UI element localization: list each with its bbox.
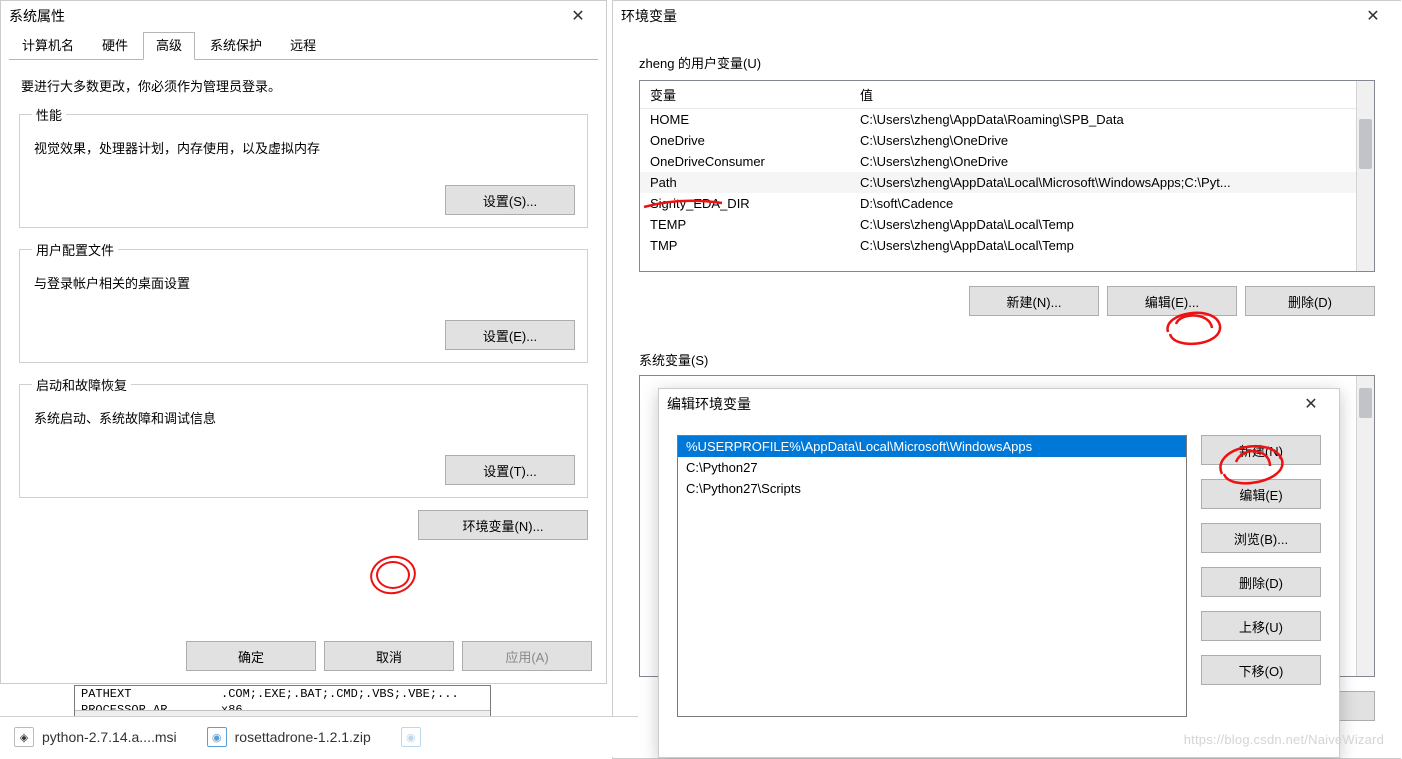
close-icon[interactable]: ✕ bbox=[1353, 6, 1393, 26]
col-header-value[interactable]: 值 bbox=[850, 81, 1356, 109]
user-vars-table[interactable]: 变量 值 HOMEC:\Users\zheng\AppData\Roaming\… bbox=[640, 81, 1356, 271]
cell-value: C:\Users\zheng\AppData\Roaming\SPB_Data bbox=[850, 109, 1356, 131]
environment-variables-button[interactable]: 环境变量(N)... bbox=[418, 510, 588, 540]
table-row[interactable]: OneDriveConsumerC:\Users\zheng\OneDrive bbox=[640, 151, 1356, 172]
cell-value: C:\Users\zheng\AppData\Local\Temp bbox=[850, 235, 1356, 256]
user-new-button[interactable]: 新建(N)... bbox=[969, 286, 1099, 316]
ok-button[interactable]: 确定 bbox=[186, 641, 316, 671]
list-item[interactable]: C:\Python27\Scripts bbox=[678, 478, 1186, 499]
user-vars-table-wrap: 变量 值 HOMEC:\Users\zheng\AppData\Roaming\… bbox=[639, 80, 1375, 272]
tab-remote[interactable]: 远程 bbox=[277, 32, 329, 59]
user-profile-legend: 用户配置文件 bbox=[32, 240, 118, 259]
editvar-delete-button[interactable]: 删除(D) bbox=[1201, 567, 1321, 597]
editvar-titlebar: 编辑环境变量 ✕ bbox=[659, 389, 1339, 419]
user-vars-label: zheng 的用户变量(U) bbox=[639, 53, 1375, 72]
sysprops-tabs: 计算机名 硬件 高级 系统保护 远程 bbox=[9, 31, 598, 60]
performance-group: 性能 视觉效果，处理器计划，内存使用，以及虚拟内存 设置(S)... bbox=[19, 105, 588, 228]
watermark: https://blog.csdn.net/NaiveWizard bbox=[1184, 732, 1384, 747]
cell-variable: OneDriveConsumer bbox=[640, 151, 850, 172]
tab-system-protection[interactable]: 系统保护 bbox=[197, 32, 275, 59]
editvar-moveup-button[interactable]: 上移(U) bbox=[1201, 611, 1321, 641]
editvar-edit-button[interactable]: 编辑(E) bbox=[1201, 479, 1321, 509]
performance-desc: 视觉效果，处理器计划，内存使用，以及虚拟内存 bbox=[34, 138, 575, 157]
performance-settings-button[interactable]: 设置(S)... bbox=[445, 185, 575, 215]
cell-value: C:\Users\zheng\AppData\Local\Temp bbox=[850, 214, 1356, 235]
tab-computer-name[interactable]: 计算机名 bbox=[9, 32, 87, 59]
file-icon: ◉ bbox=[401, 727, 421, 747]
editvar-side-buttons: 新建(N) 编辑(E) 浏览(B)... 删除(D) 上移(U) 下移(O) bbox=[1201, 435, 1321, 717]
user-profile-settings-button[interactable]: 设置(E)... bbox=[445, 320, 575, 350]
msi-file-icon: ◈ bbox=[14, 727, 34, 747]
envvars-title: 环境变量 bbox=[621, 6, 677, 26]
system-properties-window: 系统属性 ✕ 计算机名 硬件 高级 系统保护 远程 要进行大多数更改，你必须作为… bbox=[0, 0, 607, 684]
cell-value: C:\Users\zheng\AppData\Local\Microsoft\W… bbox=[850, 172, 1356, 193]
path-entries-list[interactable]: %USERPROFILE%\AppData\Local\Microsoft\Wi… bbox=[677, 435, 1187, 717]
cell-variable: TEMP bbox=[640, 214, 850, 235]
list-item[interactable]: C:\Python27 bbox=[678, 457, 1186, 478]
cell-variable: Sigrity_EDA_DIR bbox=[640, 193, 850, 214]
zip-file-icon: ◉ bbox=[207, 727, 227, 747]
table-row[interactable]: Sigrity_EDA_DIRD:\soft\Cadence bbox=[640, 193, 1356, 214]
sysprops-titlebar: 系统属性 ✕ bbox=[1, 1, 606, 31]
sysprops-title: 系统属性 bbox=[9, 6, 65, 26]
scrollbar[interactable] bbox=[1356, 376, 1374, 676]
envvars-titlebar: 环境变量 ✕ bbox=[613, 1, 1401, 31]
download-bar: ◈ python-2.7.14.a....msi ◉ rosettadrone-… bbox=[0, 716, 638, 757]
table-row[interactable]: HOMEC:\Users\zheng\AppData\Roaming\SPB_D… bbox=[640, 109, 1356, 131]
startup-recovery-legend: 启动和故障恢复 bbox=[32, 375, 131, 394]
user-profile-group: 用户配置文件 与登录帐户相关的桌面设置 设置(E)... bbox=[19, 240, 588, 363]
edit-env-var-dialog: 编辑环境变量 ✕ %USERPROFILE%\AppData\Local\Mic… bbox=[658, 388, 1340, 758]
editvar-browse-button[interactable]: 浏览(B)... bbox=[1201, 523, 1321, 553]
editvar-new-button[interactable]: 新建(N) bbox=[1201, 435, 1321, 465]
admin-note: 要进行大多数更改，你必须作为管理员登录。 bbox=[21, 76, 588, 95]
download-item[interactable]: ◉ bbox=[401, 727, 421, 747]
editvar-title: 编辑环境变量 bbox=[667, 394, 751, 414]
performance-legend: 性能 bbox=[32, 105, 66, 124]
cell-value: D:\soft\Cadence bbox=[850, 193, 1356, 214]
apply-button[interactable]: 应用(A) bbox=[462, 641, 592, 671]
table-row[interactable]: PathC:\Users\zheng\AppData\Local\Microso… bbox=[640, 172, 1356, 193]
user-delete-button[interactable]: 删除(D) bbox=[1245, 286, 1375, 316]
cell-value: C:\Users\zheng\OneDrive bbox=[850, 130, 1356, 151]
close-icon[interactable]: ✕ bbox=[558, 6, 598, 26]
cancel-button[interactable]: 取消 bbox=[324, 641, 454, 671]
user-profile-desc: 与登录帐户相关的桌面设置 bbox=[34, 273, 575, 292]
editvar-movedown-button[interactable]: 下移(O) bbox=[1201, 655, 1321, 685]
tab-hardware[interactable]: 硬件 bbox=[89, 32, 141, 59]
scrollbar[interactable] bbox=[1356, 81, 1374, 271]
download-item[interactable]: ◈ python-2.7.14.a....msi bbox=[14, 727, 177, 747]
download-filename: python-2.7.14.a....msi bbox=[42, 729, 177, 745]
table-row[interactable]: OneDriveC:\Users\zheng\OneDrive bbox=[640, 130, 1356, 151]
cell-value: C:\Users\zheng\OneDrive bbox=[850, 151, 1356, 172]
cell-variable: HOME bbox=[640, 109, 850, 131]
system-vars-label: 系统变量(S) bbox=[639, 350, 1375, 369]
table-row[interactable]: TMPC:\Users\zheng\AppData\Local\Temp bbox=[640, 235, 1356, 256]
table-row[interactable]: TEMPC:\Users\zheng\AppData\Local\Temp bbox=[640, 214, 1356, 235]
tab-advanced[interactable]: 高级 bbox=[143, 32, 195, 60]
cell-variable: TMP bbox=[640, 235, 850, 256]
startup-recovery-group: 启动和故障恢复 系统启动、系统故障和调试信息 设置(T)... bbox=[19, 375, 588, 498]
sysprops-body: 要进行大多数更改，你必须作为管理员登录。 性能 视觉效果，处理器计划，内存使用，… bbox=[1, 60, 606, 552]
col-header-variable[interactable]: 变量 bbox=[640, 81, 850, 109]
cell-variable: OneDrive bbox=[640, 130, 850, 151]
user-edit-button[interactable]: 编辑(E)... bbox=[1107, 286, 1237, 316]
startup-recovery-desc: 系统启动、系统故障和调试信息 bbox=[34, 408, 575, 427]
download-filename: rosettadrone-1.2.1.zip bbox=[235, 729, 371, 745]
close-icon[interactable]: ✕ bbox=[1291, 394, 1331, 414]
list-item[interactable]: %USERPROFILE%\AppData\Local\Microsoft\Wi… bbox=[678, 436, 1186, 457]
fragment-row: PATHEXT.COM;.EXE;.BAT;.CMD;.VBS;.VBE;... bbox=[75, 686, 490, 702]
startup-recovery-settings-button[interactable]: 设置(T)... bbox=[445, 455, 575, 485]
download-item[interactable]: ◉ rosettadrone-1.2.1.zip bbox=[207, 727, 371, 747]
cell-variable: Path bbox=[640, 172, 850, 193]
